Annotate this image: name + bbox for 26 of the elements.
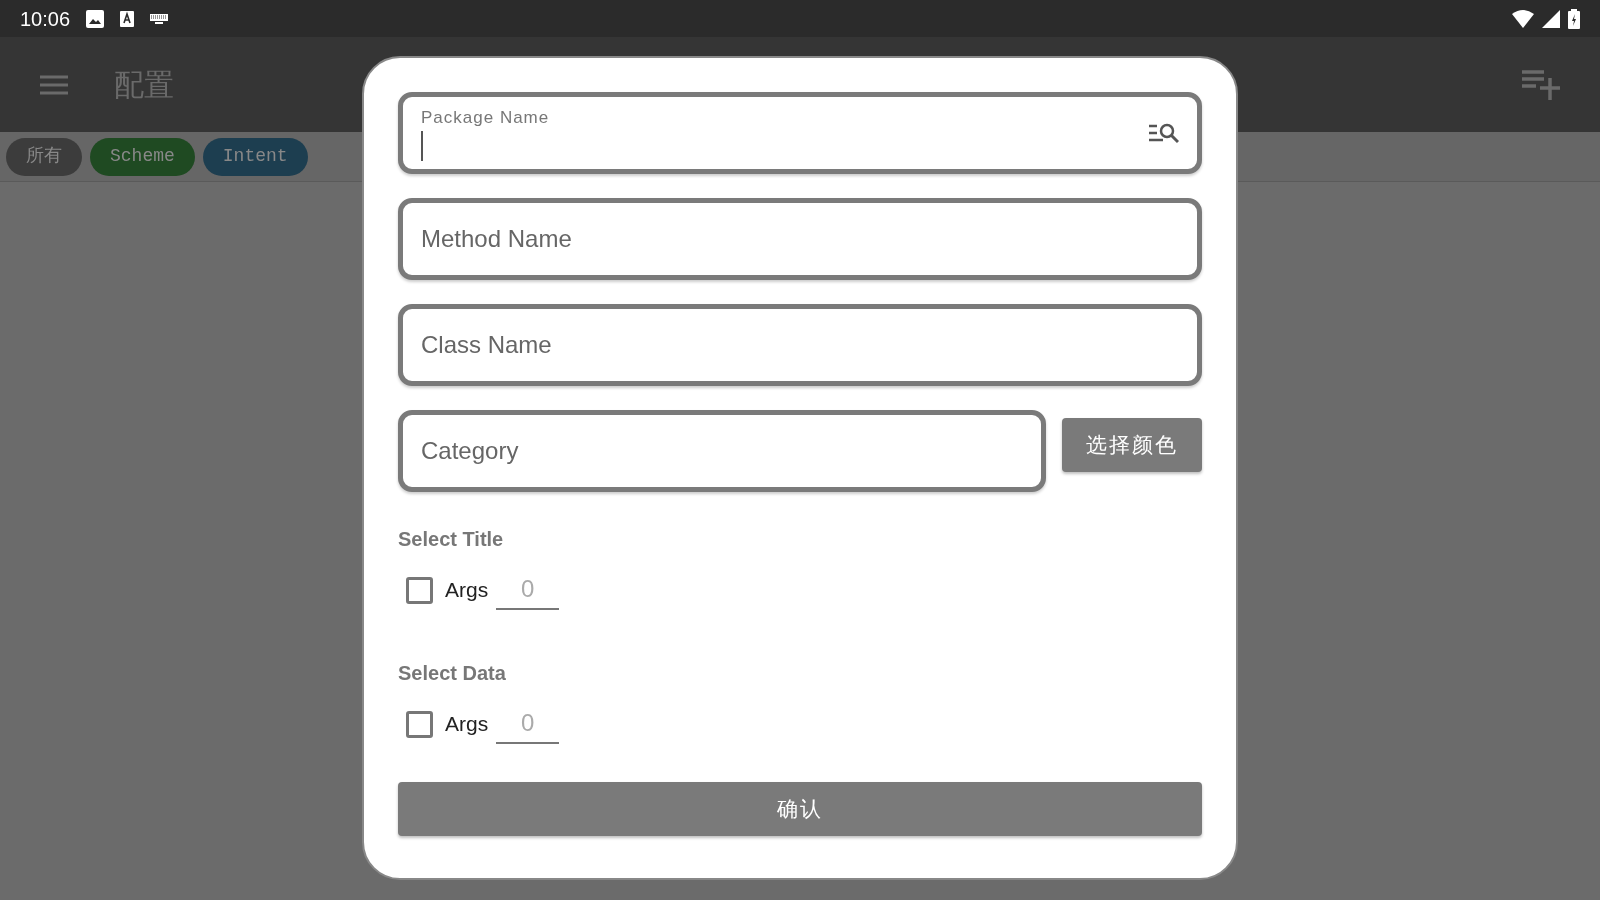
confirm-button[interactable]: 确认 — [398, 782, 1202, 836]
section-title: Select Data — [398, 661, 507, 686]
section-title: Select Title — [398, 527, 505, 552]
battery-icon — [1568, 8, 1580, 29]
menu-icon[interactable] — [40, 74, 68, 95]
checkbox[interactable] — [406, 576, 433, 604]
checkbox-label: Args — [445, 711, 489, 738]
keyboard-icon — [150, 13, 169, 24]
image-icon — [86, 9, 105, 28]
checkbox-label: Args — [445, 577, 489, 604]
signal-icon — [1542, 9, 1560, 28]
keyboard-letter-icon — [120, 10, 135, 27]
filter-chip[interactable]: Intent — [202, 137, 308, 176]
filter-chip[interactable]: 所有 — [6, 137, 82, 176]
wifi-icon — [1512, 9, 1534, 28]
filter-chip[interactable]: Scheme — [90, 137, 195, 176]
add-to-list-icon[interactable] — [1522, 69, 1560, 100]
checkbox[interactable] — [406, 710, 433, 738]
category-field[interactable]: Category — [398, 410, 1046, 492]
package-name-field[interactable]: Package Name — [398, 92, 1202, 174]
field-label: Package Name — [421, 107, 551, 130]
text-field[interactable]: Method Name — [398, 198, 1202, 280]
search-icon[interactable] — [1149, 122, 1179, 144]
choose-color-button[interactable]: 选择颜色 — [1062, 418, 1202, 472]
status-time: 10:06 — [20, 6, 71, 32]
text-field[interactable]: Class Name — [398, 304, 1202, 386]
